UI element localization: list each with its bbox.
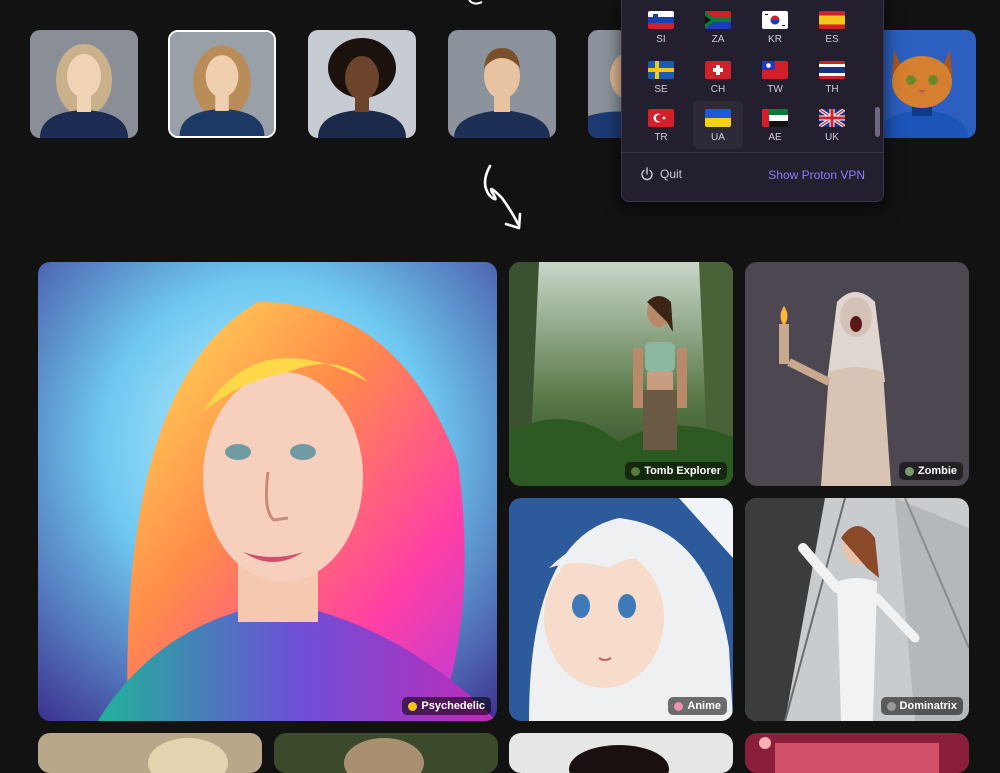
country-code: TH bbox=[825, 84, 839, 95]
country-ae[interactable]: AE bbox=[750, 101, 800, 149]
style-tile-anime[interactable]: Anime bbox=[509, 498, 733, 721]
country-th[interactable]: TH bbox=[807, 53, 857, 101]
tomb-explorer-icon bbox=[631, 466, 641, 476]
style-label: Tomb Explorer bbox=[625, 462, 727, 480]
psychedelic-image bbox=[38, 262, 497, 721]
partial-image bbox=[274, 733, 498, 773]
avatar-option-cat[interactable] bbox=[868, 30, 976, 138]
country-tr[interactable]: TR bbox=[636, 101, 686, 149]
country-ua[interactable]: UA bbox=[693, 101, 743, 149]
vpn-country-popup: SI ZA KR ES SE CH TW TH TR UA AE UK Quit… bbox=[621, 0, 884, 202]
country-code: TW bbox=[767, 84, 783, 95]
flag-si-icon bbox=[648, 11, 674, 29]
style-tile-partial-3[interactable] bbox=[509, 733, 733, 773]
style-label: Psychedelic bbox=[402, 697, 491, 715]
quit-label: Quit bbox=[660, 167, 683, 181]
show-proton-vpn-button[interactable]: Show Proton VPN bbox=[768, 168, 865, 182]
dominatrix-image bbox=[745, 498, 969, 721]
avatar-option-2-selected[interactable] bbox=[168, 30, 276, 138]
partial-image bbox=[745, 733, 969, 773]
portrait-image bbox=[868, 30, 976, 138]
country-se[interactable]: SE bbox=[636, 53, 686, 101]
flag-th-icon bbox=[819, 61, 845, 79]
style-tile-tomb-explorer[interactable]: Tomb Explorer bbox=[509, 262, 733, 486]
country-code: UK bbox=[825, 132, 839, 143]
country-za[interactable]: ZA bbox=[693, 3, 743, 51]
partial-image bbox=[509, 733, 733, 773]
scrollbar-thumb[interactable] bbox=[875, 107, 880, 137]
tomb-explorer-image bbox=[509, 262, 733, 486]
avatar-option-3[interactable] bbox=[308, 30, 416, 138]
country-code: SE bbox=[654, 84, 668, 95]
flag-ua-icon bbox=[705, 109, 731, 127]
portrait-image bbox=[448, 30, 556, 138]
style-label-text: Zombie bbox=[917, 465, 957, 477]
psychedelic-icon bbox=[408, 701, 418, 711]
partial-image bbox=[38, 733, 262, 773]
style-tile-partial-1[interactable] bbox=[38, 733, 262, 773]
avatar-option-1[interactable] bbox=[30, 30, 138, 138]
dominatrix-icon bbox=[886, 701, 896, 711]
flag-tr-icon bbox=[648, 109, 674, 127]
style-tile-dominatrix[interactable]: Dominatrix bbox=[745, 498, 969, 721]
style-label: Anime bbox=[668, 697, 727, 715]
style-label: Zombie bbox=[898, 462, 963, 480]
country-kr[interactable]: KR bbox=[750, 3, 800, 51]
avatar-option-4[interactable] bbox=[448, 30, 556, 138]
country-code: CH bbox=[710, 84, 726, 95]
flag-za-icon bbox=[705, 11, 731, 29]
portrait-image bbox=[170, 32, 274, 136]
power-icon bbox=[641, 167, 653, 181]
country-code: ZA bbox=[711, 34, 725, 45]
zombie-icon bbox=[904, 466, 914, 476]
country-code: UA bbox=[711, 132, 725, 143]
style-label-text: Psychedelic bbox=[421, 700, 485, 712]
style-label-text: Tomb Explorer bbox=[644, 465, 721, 477]
flag-ch-icon bbox=[705, 61, 731, 79]
zombie-image bbox=[745, 262, 969, 486]
flag-ae-icon bbox=[762, 109, 788, 127]
arrow-down-icon bbox=[483, 164, 522, 230]
style-tile-zombie[interactable]: Zombie bbox=[745, 262, 969, 486]
country-uk[interactable]: UK bbox=[807, 101, 857, 149]
country-ch[interactable]: CH bbox=[693, 53, 743, 101]
flag-se-icon bbox=[648, 61, 674, 79]
quit-button[interactable]: Quit bbox=[640, 167, 682, 181]
flag-tw-icon bbox=[762, 61, 788, 79]
portrait-image bbox=[30, 30, 138, 138]
country-code: ES bbox=[825, 34, 839, 45]
flag-kr-icon bbox=[762, 11, 788, 29]
country-es[interactable]: ES bbox=[807, 3, 857, 51]
country-code: AE bbox=[768, 132, 782, 143]
country-si[interactable]: SI bbox=[636, 3, 686, 51]
portrait-image bbox=[308, 30, 416, 138]
country-code: SI bbox=[656, 34, 666, 45]
country-code: TR bbox=[654, 132, 668, 143]
style-label: Dominatrix bbox=[880, 697, 963, 715]
anime-icon bbox=[674, 701, 684, 711]
country-code: KR bbox=[768, 34, 782, 45]
divider bbox=[622, 152, 883, 153]
arrow-stub-icon bbox=[468, 0, 483, 5]
style-label-text: Dominatrix bbox=[899, 700, 957, 712]
style-label-text: Anime bbox=[687, 700, 721, 712]
anime-image bbox=[509, 498, 733, 721]
style-tile-partial-4[interactable] bbox=[745, 733, 969, 773]
flag-uk-icon bbox=[819, 109, 845, 127]
style-tile-partial-2[interactable] bbox=[274, 733, 498, 773]
style-tile-psychedelic[interactable]: Psychedelic bbox=[38, 262, 497, 721]
country-tw[interactable]: TW bbox=[750, 53, 800, 101]
flag-es-icon bbox=[819, 11, 845, 29]
